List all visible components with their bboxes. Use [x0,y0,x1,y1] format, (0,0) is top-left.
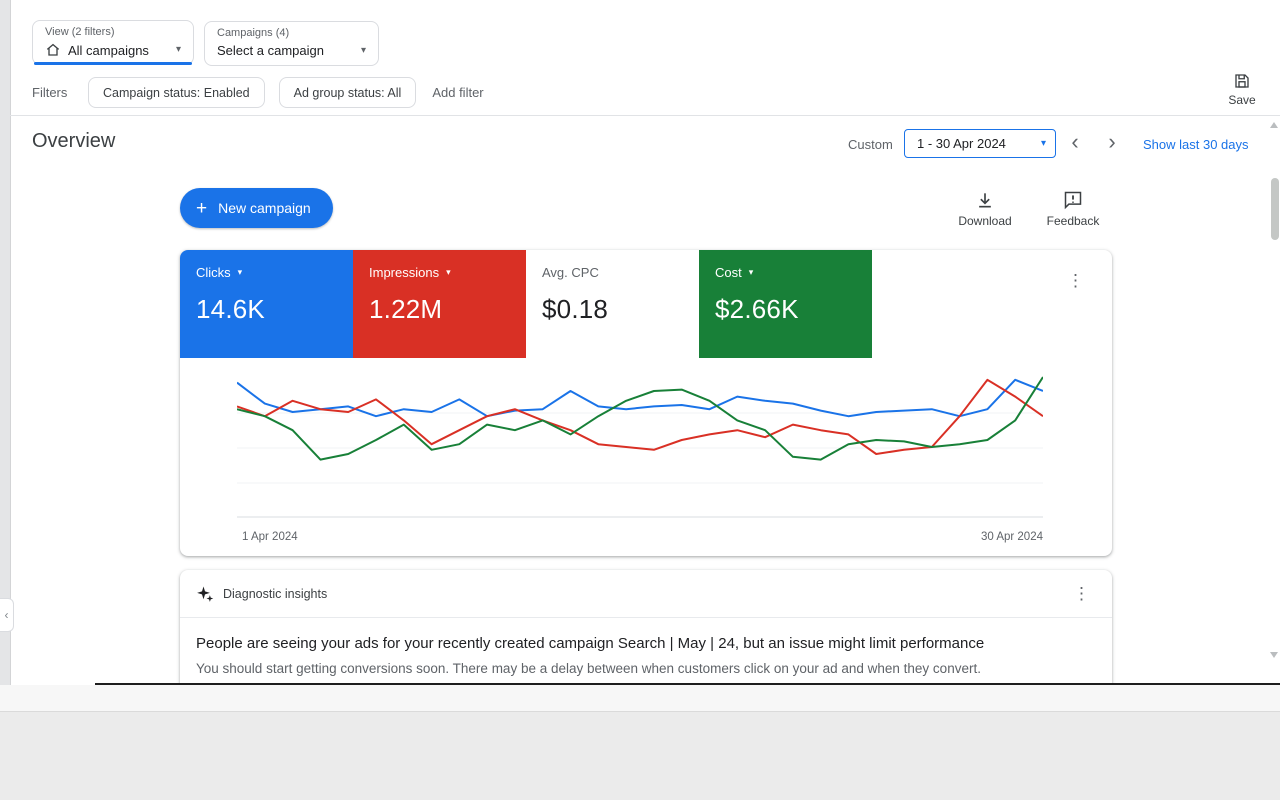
chevron-left-icon: ‹ [4,608,9,622]
new-campaign-label: New campaign [218,200,311,216]
plus-icon: + [196,197,208,219]
ai-sparkle-icon [197,586,214,602]
insights-headline: People are seeing your ads for your rece… [196,635,985,652]
chip-campaign-status[interactable]: Campaign status: Enabled [88,77,265,108]
panel-expand-handle[interactable]: ‹ [0,598,14,632]
google-ads-overview-screen: ‹ View (2 filters) All campaigns ▾ Campa… [0,0,1280,800]
filter-chips-row: Campaign status: Enabled Ad group status… [88,77,484,108]
scroll-up-arrow[interactable] [1270,122,1278,128]
metric-value: 1.22M [369,294,443,324]
metric-tiles-row: Clicks ▾ 14.6K Impressions ▾ 1.22M Avg. CP… [180,250,1112,358]
save-button[interactable]: Save [1214,72,1270,107]
feedback-label: Feedback [1046,214,1100,228]
metrics-chart-card: Clicks ▾ 14.6K Impressions ▾ 1.22M Avg. CP… [180,250,1112,556]
chevron-left-icon: ‹ [1071,129,1079,154]
save-icon [1235,74,1249,88]
scroll-down-arrow[interactable] [1270,652,1278,658]
page-title: Overview [32,130,116,152]
chevron-down-icon: ▾ [748,267,754,277]
vertical-scrollbar-thumb[interactable] [1271,178,1279,240]
metric-tile-cost[interactable]: Cost ▾ $2.66K [699,250,872,358]
previous-period-button[interactable]: ‹ [1063,129,1087,157]
chevron-down-icon: ▾ [360,44,366,56]
more-options-button[interactable]: ⋮ [1061,268,1090,293]
add-filter-button[interactable]: Add filter [432,85,483,100]
new-campaign-button[interactable]: + New campaign [180,188,333,228]
metric-value: 14.6K [196,294,265,324]
view-selector-label: View (2 filters) [45,26,115,38]
metric-tile-avg-cpc[interactable]: Avg. CPC▾ $0.18 [526,250,699,358]
overview-chart [237,376,1043,518]
header-divider [10,115,1280,116]
chart-line-impressions [237,378,1043,455]
view-selector[interactable]: View (2 filters) All campaigns ▾ [32,20,194,65]
save-label: Save [1228,93,1256,107]
view-selector-value: All campaigns [68,42,149,58]
chevron-down-icon: ▾ [1040,137,1046,149]
metric-label: Avg. CPC [542,265,599,280]
campaign-selector-label: Campaigns (4) [217,27,290,39]
x-axis-end-label: 30 Apr 2024 [980,531,1043,543]
x-axis-start-label: 1 Apr 2024 [242,531,298,543]
chevron-down-icon: ▾ [237,267,243,277]
insights-header: Diagnostic insights ⋮ [180,570,1112,618]
date-range-value: 1 - 30 Apr 2024 [917,136,1006,151]
home-icon [46,43,60,56]
metric-label: Impressions [369,265,440,280]
window-bottom-edge [95,683,1280,685]
insights-title: Diagnostic insights [223,586,328,601]
metric-label: Clicks [196,265,231,280]
metric-value: $2.66K [715,294,799,324]
chevron-right-icon: › [1108,129,1116,154]
download-button[interactable]: Download [956,190,1014,228]
feedback-icon [1064,191,1082,210]
insights-more-options-button[interactable]: ⋮ [1067,581,1096,606]
campaign-selector[interactable]: Campaigns (4) Select a campaign ▾ [204,21,379,66]
chevron-down-icon: ▾ [446,267,451,277]
insights-body: You should start getting conversions soo… [196,661,981,676]
below-fold-background [0,685,1280,800]
filters-label: Filters [32,85,68,100]
campaign-selector-value: Select a campaign [217,43,324,58]
active-view-indicator [34,62,192,65]
chevron-down-icon: ▾ [175,44,181,55]
date-range-selector[interactable]: 1 - 30 Apr 2024 ▾ [904,129,1056,158]
download-label: Download [958,214,1012,228]
show-last-30-days-link[interactable]: Show last 30 days [1143,137,1249,152]
date-mode-label: Custom [848,137,893,152]
metric-tile-impressions[interactable]: Impressions ▾ 1.22M [353,250,526,358]
metric-value: $0.18 [542,294,609,324]
next-period-button[interactable]: › [1100,129,1124,157]
metric-tile-clicks[interactable]: Clicks ▾ 14.6K [180,250,353,358]
feedback-button[interactable]: Feedback [1044,190,1102,228]
chart-line-clicks [237,378,1043,418]
chip-ad-group-status[interactable]: Ad group status: All [278,77,417,108]
download-icon [979,193,991,208]
collapsed-side-panel [0,0,11,685]
metric-label: Cost [715,265,742,280]
